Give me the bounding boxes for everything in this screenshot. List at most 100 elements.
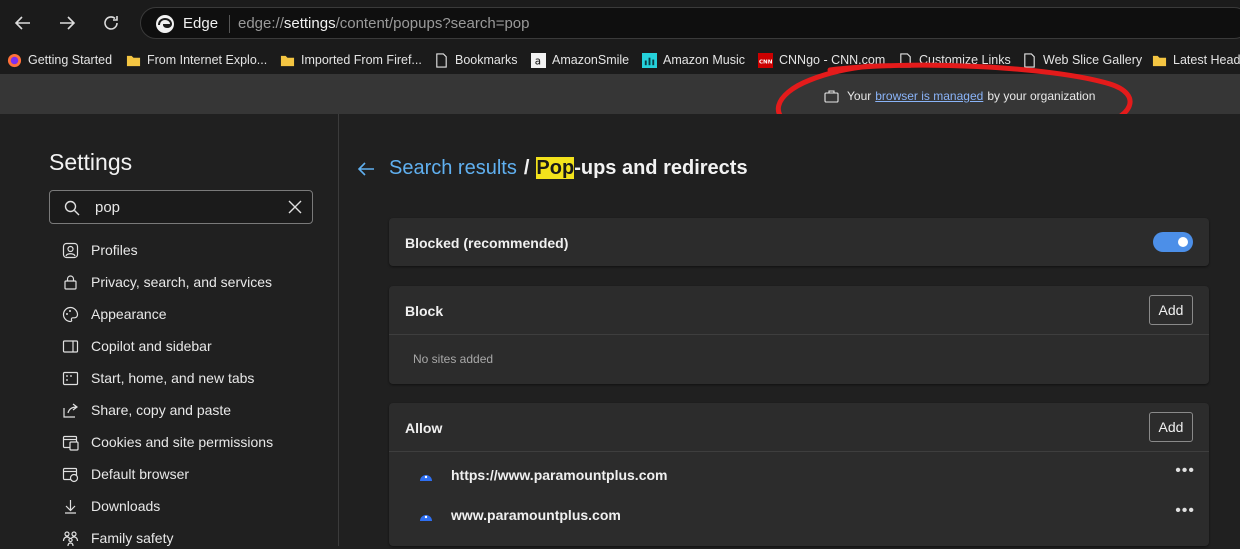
download-icon — [65, 499, 76, 514]
block-add-button[interactable]: Add — [1149, 295, 1193, 325]
cookies-icon — [62, 435, 79, 451]
amazon-music-icon — [642, 52, 657, 68]
forward-button[interactable] — [53, 9, 81, 37]
allow-site-url: www.paramountplus.com — [451, 507, 621, 523]
sidebar-item-label: Copilot and sidebar — [91, 338, 212, 354]
bookmark-label: From Internet Explo... — [147, 53, 268, 67]
breadcrumb-separator: / — [523, 157, 530, 179]
bookmark-label: Amazon Music — [663, 53, 745, 67]
breadcrumb: Search results / Pop-ups and redirects — [357, 157, 748, 180]
sidebar-item-label: Default browser — [91, 466, 190, 482]
sidebar-item-label: Cookies and site permissions — [91, 434, 274, 450]
profile-icon — [62, 242, 79, 258]
sidebar-item-profiles[interactable]: Profiles — [62, 239, 138, 261]
sidebar-item-label: Privacy, search, and services — [91, 274, 273, 290]
block-title: Block — [405, 303, 444, 319]
page-title-rest: -ups and redirects — [574, 157, 748, 179]
paramount-favicon-icon — [420, 515, 432, 521]
sidebar-item-privacy[interactable]: Privacy, search, and services — [62, 271, 272, 293]
address-separator — [229, 15, 230, 33]
lock-icon — [64, 274, 77, 290]
block-empty-text: No sites added — [413, 352, 494, 366]
sidebar-item-downloads[interactable]: Downloads — [62, 495, 160, 517]
amazon-icon: a — [531, 52, 546, 68]
bookmark-label: Imported From Firef... — [301, 53, 422, 67]
block-card: Block Add No sites added — [389, 286, 1209, 384]
search-icon — [64, 200, 80, 216]
allow-site-row: www.paramountplus.com ••• — [389, 496, 1209, 536]
more-options-icon[interactable]: ••• — [1175, 502, 1195, 520]
sidebar-item-cookies[interactable]: Cookies and site permissions — [62, 431, 273, 453]
sidebar-item-label: Appearance — [91, 306, 167, 322]
bookmark-imported-firefox[interactable]: Imported From Firef... — [280, 51, 422, 69]
back-button[interactable] — [9, 9, 37, 37]
address-field[interactable]: Edge edge://settings/content/popups?sear… — [140, 7, 1240, 39]
settings-title: Settings — [49, 149, 133, 175]
folder-icon — [280, 55, 295, 66]
breadcrumb-search-results[interactable]: Search results — [389, 157, 517, 180]
allow-card: Allow Add https://www.paramountplus.com … — [389, 403, 1209, 546]
sidebar-item-copilot[interactable]: Copilot and sidebar — [62, 335, 212, 357]
bookmark-latest-headlines[interactable]: Latest Headl — [1152, 51, 1240, 69]
page-icon — [436, 52, 447, 68]
refresh-icon — [104, 16, 118, 30]
bookmark-label: Latest Headl — [1173, 53, 1240, 67]
sidebar-item-default-browser[interactable]: Default browser — [62, 463, 189, 485]
back-arrow-icon[interactable] — [357, 161, 375, 177]
folder-icon — [1152, 55, 1167, 66]
bookmark-from-ie[interactable]: From Internet Explo... — [126, 51, 267, 69]
family-icon — [62, 530, 79, 546]
bookmark-label: Getting Started — [28, 53, 113, 67]
share-icon — [63, 403, 78, 418]
bookmark-getting-started[interactable]: Getting Started — [7, 51, 112, 69]
clear-search-icon[interactable] — [288, 200, 302, 214]
sidebar-item-label: Start, home, and new tabs — [91, 370, 255, 386]
search-highlight: Pop — [536, 157, 575, 179]
sidebar-item-share[interactable]: Share, copy and paste — [62, 399, 231, 421]
settings-search-input[interactable]: pop — [49, 190, 313, 224]
sidebar-item-label: Profiles — [91, 242, 138, 258]
sidebar-item-start-home[interactable]: Start, home, and new tabs — [62, 367, 254, 389]
allow-site-url: https://www.paramountplus.com — [451, 467, 668, 483]
more-options-icon[interactable]: ••• — [1175, 462, 1195, 480]
bookmark-amazon-music[interactable]: Amazon Music — [642, 51, 745, 69]
bookmark-amazonsmile[interactable]: a AmazonSmile — [531, 51, 629, 69]
url-host: settings — [283, 15, 336, 32]
blocked-toggle[interactable] — [1153, 232, 1193, 252]
sidebar-icon — [62, 339, 79, 353]
settings-sidebar: Settings pop Profiles Privacy, search, a… — [0, 114, 339, 546]
url-prefix: edge:// — [238, 15, 284, 32]
card-divider — [389, 451, 1209, 452]
paramount-favicon-icon — [420, 475, 432, 481]
edge-logo-icon — [156, 15, 174, 33]
svg-text:a: a — [535, 55, 541, 67]
bookmark-label: Bookmarks — [455, 53, 518, 67]
bookmark-label: AmazonSmile — [552, 53, 630, 67]
url-text[interactable]: edge://settings/content/popups?search=po… — [238, 15, 529, 32]
page-title: Pop-ups and redirects — [536, 157, 748, 180]
browser-icon — [62, 467, 79, 482]
allow-add-button[interactable]: Add — [1149, 412, 1193, 442]
refresh-button[interactable] — [97, 9, 125, 37]
sidebar-item-label: Family safety — [91, 530, 174, 546]
arrow-right-icon — [60, 16, 76, 30]
allow-title: Allow — [405, 420, 443, 436]
arrow-left-icon — [14, 16, 30, 30]
folder-icon — [126, 55, 141, 66]
card-divider — [389, 334, 1209, 335]
bookmark-bookmarks[interactable]: Bookmarks — [434, 51, 518, 69]
address-bar-row: Edge edge://settings/content/popups?sear… — [0, 0, 1240, 46]
search-value: pop — [95, 199, 121, 216]
url-path: /content/popups?search=pop — [335, 15, 530, 32]
sidebar-item-label: Downloads — [91, 498, 161, 514]
allow-site-row: https://www.paramountplus.com ••• — [389, 456, 1209, 496]
blocked-card: Blocked (recommended) — [389, 218, 1209, 266]
firefox-icon — [7, 53, 22, 67]
home-tabs-icon — [62, 371, 79, 385]
browser-name: Edge — [183, 15, 219, 32]
toggle-knob — [1178, 237, 1188, 247]
blocked-label: Blocked (recommended) — [405, 235, 569, 251]
sidebar-item-appearance[interactable]: Appearance — [62, 303, 167, 325]
palette-icon — [62, 306, 79, 322]
settings-main: Search results / Pop-ups and redirects B… — [339, 114, 1240, 546]
